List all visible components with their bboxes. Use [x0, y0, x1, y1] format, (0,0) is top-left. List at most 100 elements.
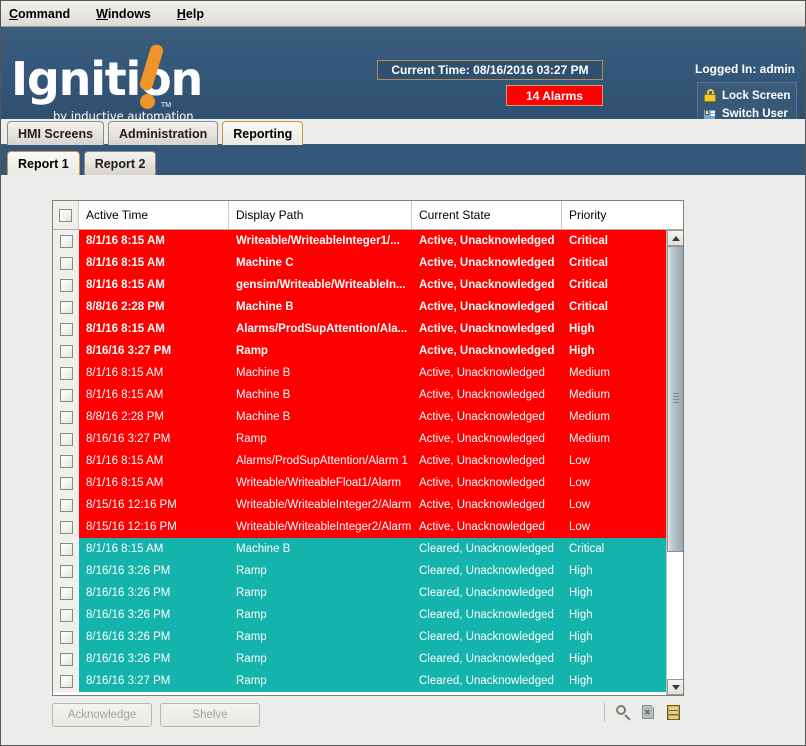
- cell-current-state: Cleared, Unacknowledged: [412, 670, 562, 692]
- alarm-count-button[interactable]: 14 Alarms: [506, 85, 603, 106]
- cell-display-path: Ramp: [229, 604, 412, 626]
- row-checkbox[interactable]: [60, 543, 73, 556]
- row-checkbox-cell[interactable]: [53, 648, 79, 670]
- search-icon[interactable]: [615, 704, 632, 721]
- header-banner: Ignition TM by inductive automation Curr…: [1, 27, 805, 119]
- row-checkbox[interactable]: [60, 235, 73, 248]
- column-header-active-time[interactable]: Active Time: [79, 201, 229, 229]
- column-header-priority[interactable]: Priority: [562, 201, 666, 229]
- row-checkbox[interactable]: [60, 477, 73, 490]
- column-header-display-path[interactable]: Display Path: [229, 201, 412, 229]
- row-checkbox[interactable]: [60, 345, 73, 358]
- row-checkbox-cell[interactable]: [53, 626, 79, 648]
- row-checkbox[interactable]: [60, 609, 73, 622]
- table-row[interactable]: 8/16/16 3:27 PMRampActive, Unacknowledge…: [53, 340, 666, 362]
- row-checkbox-cell[interactable]: [53, 274, 79, 296]
- cell-priority: Critical: [562, 274, 666, 296]
- table-row[interactable]: 8/1/16 8:15 AMMachine BActive, Unacknowl…: [53, 384, 666, 406]
- table-row[interactable]: 8/1/16 8:15 AMAlarms/ProdSupAttention/Al…: [53, 450, 666, 472]
- table-row[interactable]: 8/1/16 8:15 AMWriteable/WriteableInteger…: [53, 230, 666, 252]
- row-checkbox[interactable]: [60, 323, 73, 336]
- row-checkbox[interactable]: [60, 675, 73, 688]
- cell-current-state: Active, Unacknowledged: [412, 428, 562, 450]
- row-checkbox-cell[interactable]: [53, 516, 79, 538]
- row-checkbox[interactable]: [60, 455, 73, 468]
- row-checkbox-cell[interactable]: [53, 252, 79, 274]
- row-checkbox-cell[interactable]: [53, 362, 79, 384]
- lock-screen-action[interactable]: Lock Screen: [703, 87, 791, 105]
- table-row[interactable]: 8/16/16 3:26 PMRampCleared, Unacknowledg…: [53, 560, 666, 582]
- row-checkbox[interactable]: [60, 499, 73, 512]
- table-row[interactable]: 8/16/16 3:26 PMRampCleared, Unacknowledg…: [53, 582, 666, 604]
- switch-user-action[interactable]: Switch User: [703, 105, 791, 119]
- tab-reporting[interactable]: Reporting: [222, 121, 303, 145]
- table-row[interactable]: 8/1/16 8:15 AMMachine CActive, Unacknowl…: [53, 252, 666, 274]
- row-checkbox-cell[interactable]: [53, 538, 79, 560]
- row-checkbox[interactable]: [60, 521, 73, 534]
- row-checkbox-cell[interactable]: [53, 582, 79, 604]
- row-checkbox[interactable]: [60, 389, 73, 402]
- tab-administration[interactable]: Administration: [108, 121, 218, 145]
- row-checkbox[interactable]: [60, 631, 73, 644]
- row-checkbox[interactable]: [60, 411, 73, 424]
- row-checkbox[interactable]: [60, 257, 73, 270]
- menu-item-windows[interactable]: Windows: [96, 7, 151, 21]
- row-checkbox[interactable]: [60, 587, 73, 600]
- row-checkbox[interactable]: [60, 433, 73, 446]
- tab-administration-label: Administration: [119, 127, 207, 141]
- row-checkbox[interactable]: [60, 367, 73, 380]
- row-checkbox[interactable]: [60, 565, 73, 578]
- row-checkbox-cell[interactable]: [53, 494, 79, 516]
- scroll-down-button[interactable]: [667, 679, 683, 695]
- row-checkbox-cell[interactable]: [53, 472, 79, 494]
- select-all-header-cell[interactable]: [53, 201, 79, 229]
- table-row[interactable]: 8/16/16 3:27 PMRampActive, Unacknowledge…: [53, 428, 666, 450]
- row-checkbox-cell[interactable]: [53, 560, 79, 582]
- row-checkbox-cell[interactable]: [53, 406, 79, 428]
- menu-item-help[interactable]: Help: [177, 7, 204, 21]
- row-checkbox[interactable]: [60, 279, 73, 292]
- tab-report-2[interactable]: Report 2: [84, 151, 157, 175]
- table-row[interactable]: 8/1/16 8:15 AMMachine BActive, Unacknowl…: [53, 362, 666, 384]
- shelve-button[interactable]: Shelve: [160, 703, 260, 727]
- select-all-checkbox[interactable]: [59, 209, 72, 222]
- tab-report-1[interactable]: Report 1: [7, 151, 80, 175]
- row-checkbox-cell[interactable]: [53, 670, 79, 692]
- table-row[interactable]: 8/8/16 2:28 PMMachine BActive, Unacknowl…: [53, 296, 666, 318]
- tab-hmi-screens[interactable]: HMI Screens: [7, 121, 104, 145]
- table-row[interactable]: 8/16/16 3:26 PMRampCleared, Unacknowledg…: [53, 648, 666, 670]
- ignition-client-window: Command Windows Help Ignition TM by indu…: [0, 0, 806, 746]
- cell-display-path: Machine B: [229, 538, 412, 560]
- table-row[interactable]: 8/16/16 3:26 PMRampCleared, Unacknowledg…: [53, 604, 666, 626]
- table-row[interactable]: 8/16/16 3:27 PMRampCleared, Unacknowledg…: [53, 670, 666, 692]
- row-checkbox-cell[interactable]: [53, 230, 79, 252]
- table-vertical-scrollbar[interactable]: [666, 230, 683, 695]
- cell-display-path: Writeable/WriteableInteger2/Alarm: [229, 494, 412, 516]
- cell-priority: Low: [562, 494, 666, 516]
- table-row[interactable]: 8/16/16 3:26 PMRampCleared, Unacknowledg…: [53, 626, 666, 648]
- database-icon[interactable]: [665, 704, 682, 721]
- table-row[interactable]: 8/1/16 8:15 AMMachine BCleared, Unacknow…: [53, 538, 666, 560]
- row-checkbox-cell[interactable]: [53, 604, 79, 626]
- filter-document-icon[interactable]: ✖: [640, 704, 657, 721]
- row-checkbox-cell[interactable]: [53, 318, 79, 340]
- table-row[interactable]: 8/1/16 8:15 AMWriteable/WriteableFloat1/…: [53, 472, 666, 494]
- acknowledge-button[interactable]: Acknowledge: [52, 703, 152, 727]
- menu-item-command[interactable]: Command: [9, 7, 70, 21]
- row-checkbox-cell[interactable]: [53, 340, 79, 362]
- table-row[interactable]: 8/1/16 8:15 AMAlarms/ProdSupAttention/Al…: [53, 318, 666, 340]
- row-checkbox-cell[interactable]: [53, 296, 79, 318]
- row-checkbox-cell[interactable]: [53, 384, 79, 406]
- cell-current-state: Active, Unacknowledged: [412, 450, 562, 472]
- row-checkbox-cell[interactable]: [53, 450, 79, 472]
- table-row[interactable]: 8/15/16 12:16 PMWriteable/WriteableInteg…: [53, 494, 666, 516]
- scroll-up-button[interactable]: [667, 230, 683, 246]
- scrollbar-thumb[interactable]: [667, 246, 683, 552]
- row-checkbox[interactable]: [60, 301, 73, 314]
- table-row[interactable]: 8/15/16 12:16 PMWriteable/WriteableInteg…: [53, 516, 666, 538]
- column-header-current-state[interactable]: Current State: [412, 201, 562, 229]
- table-row[interactable]: 8/1/16 8:15 AMgensim/Writeable/Writeable…: [53, 274, 666, 296]
- row-checkbox-cell[interactable]: [53, 428, 79, 450]
- row-checkbox[interactable]: [60, 653, 73, 666]
- table-row[interactable]: 8/8/16 2:28 PMMachine BActive, Unacknowl…: [53, 406, 666, 428]
